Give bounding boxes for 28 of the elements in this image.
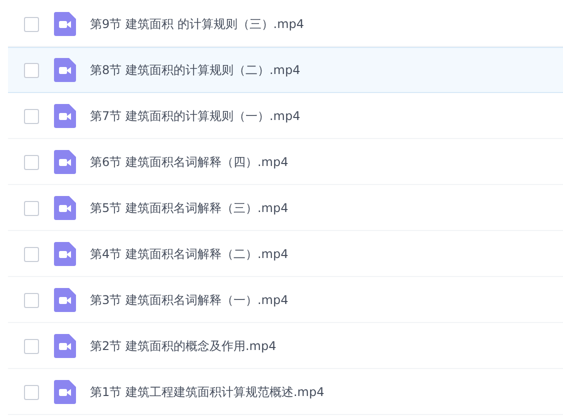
checkbox[interactable] — [24, 154, 39, 170]
file-name: 第3节 建筑面积名词解释（一）.mp4 — [90, 292, 288, 308]
video-file-icon — [54, 104, 76, 128]
checkbox[interactable] — [24, 108, 39, 124]
file-name: 第1节 建筑工程建筑面积计算规范概述.mp4 — [90, 384, 324, 400]
file-name: 第4节 建筑面积名词解释（二）.mp4 — [90, 246, 288, 262]
file-name: 第8节 建筑面积的计算规则（二）.mp4 — [90, 62, 300, 78]
checkbox[interactable] — [24, 62, 39, 78]
file-name: 第6节 建筑面积名词解释（四）.mp4 — [90, 154, 288, 170]
video-file-icon — [54, 150, 76, 174]
file-name: 第9节 建筑面积 的计算规则（三）.mp4 — [90, 16, 304, 32]
file-row[interactable]: 第8节 建筑面积的计算规则（二）.mp4 — [8, 47, 563, 93]
video-file-icon — [54, 334, 76, 358]
checkbox[interactable] — [24, 200, 39, 216]
checkbox[interactable] — [24, 292, 39, 308]
video-file-icon — [54, 380, 76, 404]
video-file-icon — [54, 242, 76, 266]
checkbox[interactable] — [24, 246, 39, 262]
video-file-icon — [54, 196, 76, 220]
checkbox[interactable] — [24, 338, 39, 354]
checkbox[interactable] — [24, 16, 39, 32]
file-name: 第2节 建筑面积的概念及作用.mp4 — [90, 338, 276, 354]
checkbox[interactable] — [24, 384, 39, 400]
video-file-icon — [54, 12, 76, 36]
file-name: 第7节 建筑面积的计算规则（一）.mp4 — [90, 108, 300, 124]
video-file-icon — [54, 288, 76, 312]
file-name: 第5节 建筑面积名词解释（三）.mp4 — [90, 200, 288, 216]
video-file-icon — [54, 58, 76, 82]
